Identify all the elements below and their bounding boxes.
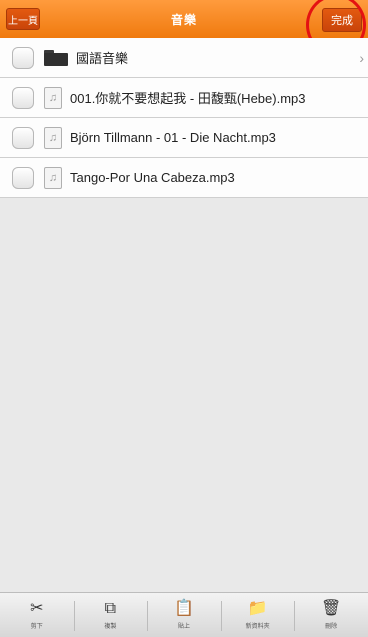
chevron-right-icon: ›: [359, 50, 364, 66]
music-file-icon: ♫: [44, 86, 62, 109]
copy-button[interactable]: ⧉ 複製: [73, 593, 148, 637]
list-item-file[interactable]: ♫ 001.你就不要想起我 - 田馥甄(Hebe).mp3: [0, 78, 368, 118]
done-button[interactable]: 完成: [322, 8, 362, 32]
paste-label: 貼上: [177, 624, 190, 630]
new-folder-label: 新資料夾: [245, 624, 270, 630]
page-title: 音樂: [170, 12, 197, 27]
item-name: Tango-Por Una Cabeza.mp3: [70, 170, 235, 185]
select-checkbox[interactable]: [12, 166, 34, 189]
top-bar: 上一頁 音樂 完成: [0, 0, 368, 38]
select-checkbox[interactable]: [12, 46, 34, 69]
list-item-file[interactable]: ♫ Tango-Por Una Cabeza.mp3: [0, 158, 368, 198]
list-item-file[interactable]: ♫ Björn Tillmann - 01 - Die Nacht.mp3: [0, 118, 368, 158]
scissors-icon: ✂: [30, 600, 44, 617]
music-file-icon: ♫: [44, 126, 62, 149]
music-file-icon: ♫: [44, 166, 62, 189]
item-name: Björn Tillmann - 01 - Die Nacht.mp3: [70, 130, 276, 145]
back-button[interactable]: 上一頁: [6, 8, 40, 30]
new-folder-icon: 📁: [247, 600, 268, 617]
file-list: 國語音樂 › ♫ 001.你就不要想起我 - 田馥甄(Hebe).mp3 ♫ B…: [0, 38, 368, 198]
select-checkbox[interactable]: [12, 86, 34, 109]
select-checkbox[interactable]: [12, 126, 34, 149]
cut-label: 剪下: [30, 624, 43, 630]
copy-label: 複製: [104, 624, 117, 630]
copy-icon: ⧉: [104, 600, 117, 617]
list-item-folder[interactable]: 國語音樂 ›: [0, 38, 368, 78]
trash-icon: 🗑: [321, 600, 342, 617]
paste-button[interactable]: 📋 貼上: [147, 593, 221, 637]
paste-icon: 📋: [174, 600, 194, 617]
delete-label: 刪除: [325, 624, 338, 630]
folder-icon: [44, 49, 68, 66]
new-folder-button[interactable]: 📁 新資料夾: [220, 593, 295, 637]
delete-button[interactable]: 🗑 刪除: [294, 593, 368, 637]
bottom-toolbar: ✂ 剪下 ⧉ 複製 📋 貼上 📁 新資料夾 🗑 刪除: [0, 592, 368, 637]
cut-button[interactable]: ✂ 剪下: [0, 593, 74, 637]
item-name: 001.你就不要想起我 - 田馥甄(Hebe).mp3: [70, 91, 306, 106]
item-name: 國語音樂: [76, 51, 129, 66]
